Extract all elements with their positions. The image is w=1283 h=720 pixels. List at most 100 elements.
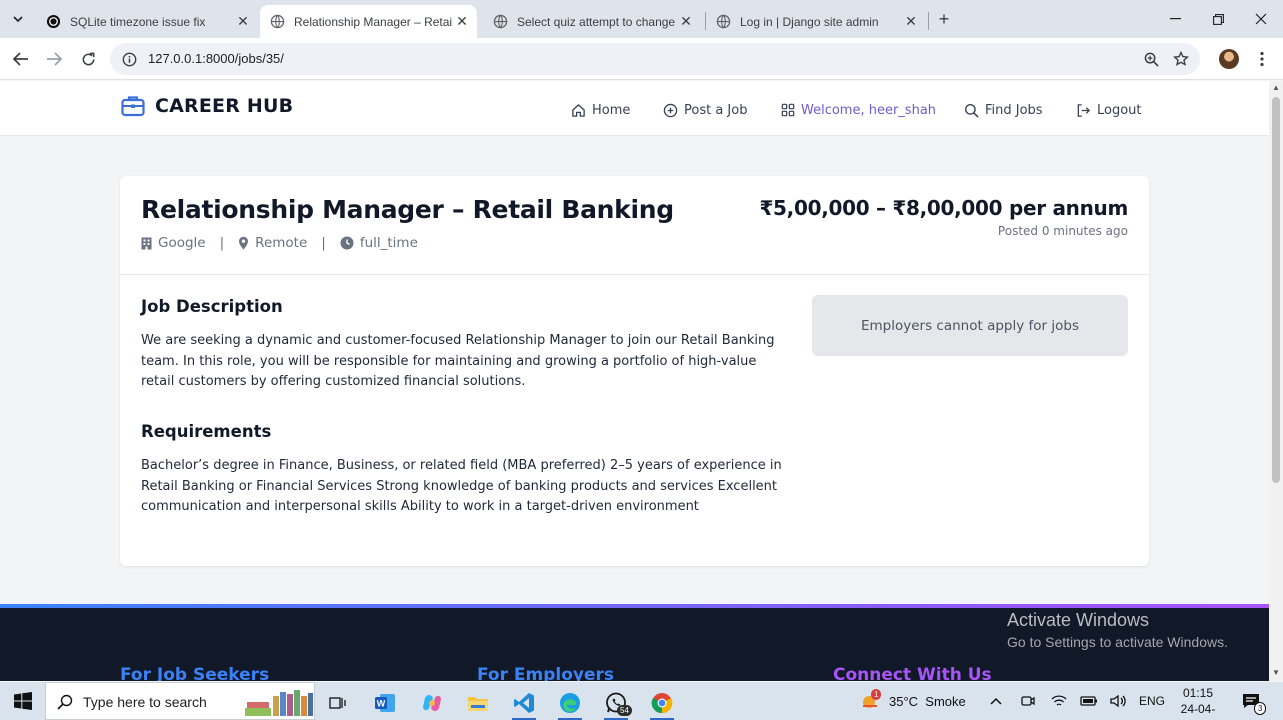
- zoom-button[interactable]: [1143, 51, 1159, 67]
- close-tab-icon[interactable]: ✕: [234, 13, 252, 31]
- watermark-title: Activate Windows: [1007, 610, 1150, 630]
- weather-text: 35°C Smoke: [889, 693, 966, 709]
- speaker-icon: [1110, 694, 1126, 708]
- nav-dashboard[interactable]: Welcome, heer_shah: [781, 100, 936, 120]
- vscode-app[interactable]: [504, 686, 544, 720]
- whatsapp-unread-badge: 54: [617, 705, 632, 716]
- page-scrollbar[interactable]: ▲ ▼: [1269, 81, 1283, 681]
- battery-button[interactable]: [1080, 682, 1098, 720]
- plus-circle-icon: [663, 103, 678, 117]
- input-language[interactable]: ENG: [1139, 682, 1165, 720]
- chevron-up-icon: [990, 697, 1002, 705]
- scroll-down-arrow[interactable]: ▼: [1272, 669, 1280, 677]
- new-tab-button[interactable]: +: [933, 8, 955, 30]
- copilot-app[interactable]: [412, 686, 452, 720]
- volume-button[interactable]: [1110, 682, 1127, 720]
- scrollbar-thumb[interactable]: [1272, 97, 1280, 483]
- browser-tab-0[interactable]: SQLite timezone issue fix ✕: [36, 5, 258, 38]
- arrow-left-icon: [13, 52, 28, 66]
- svg-text:W: W: [377, 699, 386, 709]
- grid-icon: [781, 103, 795, 117]
- apply-notice: Employers cannot apply for jobs: [812, 295, 1128, 356]
- task-view-icon: [329, 697, 346, 709]
- reload-button[interactable]: [76, 47, 100, 71]
- footer-heading-job-seekers: For Job Seekers: [120, 665, 270, 681]
- show-hidden-icons-button[interactable]: [990, 682, 1002, 720]
- tab-search-button[interactable]: [6, 8, 30, 30]
- globe-icon: [493, 14, 508, 29]
- logout-icon: [1077, 103, 1091, 117]
- folder-icon: [468, 697, 488, 711]
- job-meta: Google | Remote | full_time: [141, 235, 418, 251]
- chrome-icon: [651, 693, 673, 714]
- job-type: full_time: [359, 235, 418, 251]
- browser-tab-3[interactable]: Log in | Django site admin ✕: [706, 5, 926, 38]
- close-tab-icon[interactable]: ✕: [453, 13, 471, 31]
- brand-logo[interactable]: CAREER HUB: [121, 95, 293, 117]
- job-detail-card: Relationship Manager – Retail Banking Go…: [120, 176, 1149, 566]
- footer-accent-line: [0, 604, 1269, 608]
- clock-time: 01:15: [1182, 686, 1214, 700]
- word-app[interactable]: W: [365, 686, 405, 720]
- edge-app[interactable]: [550, 686, 590, 720]
- site-info-icon[interactable]: [121, 51, 137, 67]
- browser-tab-2[interactable]: Select quiz attempt to change | ✕: [483, 5, 701, 38]
- job-company: Google: [158, 235, 206, 251]
- requirements-heading: Requirements: [141, 422, 272, 441]
- nav-post-job[interactable]: Post a Job: [663, 100, 747, 120]
- activate-windows-watermark: Activate Windows Go to Settings to activ…: [1007, 610, 1228, 650]
- description-text: We are seeking a dynamic and customer-fo…: [141, 333, 775, 389]
- bookmark-button[interactable]: [1173, 51, 1189, 67]
- briefcase-icon: [121, 96, 145, 117]
- chrome-app[interactable]: [642, 686, 682, 720]
- windows-taskbar: Type here to search W 54 1 35°C Smoke EN…: [0, 682, 1283, 720]
- forward-button[interactable]: [42, 47, 66, 71]
- clock-icon: [340, 236, 354, 250]
- chevron-down-icon: [13, 16, 23, 22]
- network-button[interactable]: [1051, 682, 1067, 720]
- clock-date: 24-04-2025: [1180, 702, 1216, 720]
- tab-title: Relationship Manager – Retail B: [294, 14, 453, 29]
- globe-icon: [270, 14, 285, 29]
- task-view-button[interactable]: [318, 686, 358, 720]
- profile-avatar[interactable]: [1219, 49, 1239, 69]
- weather-widget[interactable]: 1 35°C Smoke: [860, 682, 966, 720]
- footer-heading-connect: Connect With Us: [833, 665, 992, 681]
- meta-divider: |: [219, 235, 225, 251]
- footer-heading-employers: For Employers: [477, 665, 615, 681]
- browser-tab-1[interactable]: Relationship Manager – Retail B ✕: [260, 5, 477, 38]
- back-button[interactable]: [9, 47, 33, 71]
- whatsapp-app[interactable]: 54: [596, 686, 636, 720]
- nav-home[interactable]: Home: [571, 100, 630, 120]
- close-tab-icon[interactable]: ✕: [677, 13, 695, 31]
- file-explorer-app[interactable]: [458, 686, 498, 720]
- minimize-icon: [1169, 18, 1181, 20]
- books-search-highlight-icon: [245, 690, 313, 716]
- vscode-icon: [514, 693, 534, 713]
- restore-icon: [1212, 13, 1224, 25]
- battery-icon: [1080, 696, 1097, 706]
- restore-button[interactable]: [1196, 0, 1240, 38]
- wifi-icon: [1051, 695, 1067, 706]
- building-icon: [141, 237, 152, 249]
- description-heading: Job Description: [141, 297, 283, 316]
- close-tab-icon[interactable]: ✕: [902, 13, 920, 31]
- taskbar-clock[interactable]: 01:15 24-04-2025: [1172, 685, 1224, 720]
- job-title: Relationship Manager – Retail Banking: [141, 195, 674, 224]
- meet-now-button[interactable]: [1020, 682, 1036, 720]
- nav-find-jobs[interactable]: Find Jobs: [964, 100, 1043, 120]
- start-button[interactable]: [0, 682, 45, 720]
- address-bar[interactable]: 127.0.0.1:8000/jobs/35/: [110, 43, 1200, 75]
- nav-post-job-label: Post a Job: [684, 102, 748, 118]
- reload-icon: [82, 52, 94, 65]
- scroll-up-arrow[interactable]: ▲: [1272, 84, 1280, 92]
- globe-icon: [716, 14, 731, 29]
- close-window-button[interactable]: [1239, 0, 1283, 38]
- site-header: CAREER HUB Home Post a Job Welcome, heer…: [0, 81, 1269, 136]
- browser-menu-button[interactable]: [1254, 49, 1270, 69]
- notification-center-button[interactable]: 3: [1242, 682, 1267, 720]
- url-text: 127.0.0.1:8000/jobs/35/: [148, 51, 284, 66]
- minimize-button[interactable]: [1153, 0, 1197, 38]
- more-vertical-icon: [1260, 51, 1264, 67]
- nav-logout[interactable]: Logout: [1076, 100, 1142, 120]
